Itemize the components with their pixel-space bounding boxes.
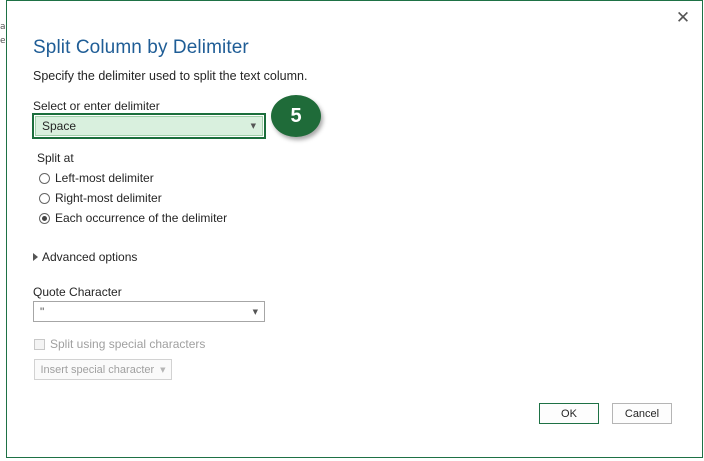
- quote-character-value: ": [40, 304, 45, 319]
- radio-label: Each occurrence of the delimiter: [55, 211, 228, 225]
- delimiter-dropdown[interactable]: Space ▼: [35, 116, 263, 136]
- insert-special-character-button[interactable]: Insert special character ▼: [34, 359, 172, 380]
- delimiter-highlight: Space ▼: [32, 113, 266, 139]
- quote-character-dropdown[interactable]: " ▼: [33, 301, 265, 322]
- delimiter-label: Select or enter delimiter: [33, 99, 160, 113]
- delimiter-value: Space: [42, 119, 77, 133]
- expand-triangle-icon: [33, 253, 38, 261]
- radio-button[interactable]: [39, 172, 50, 184]
- chevron-down-icon: ▼: [250, 122, 256, 130]
- chevron-down-icon: ▼: [160, 365, 166, 374]
- ok-button[interactable]: OK: [539, 403, 599, 424]
- radio-button[interactable]: [39, 192, 50, 204]
- radio-button-selected[interactable]: [39, 212, 50, 224]
- special-characters-option[interactable]: Split using special characters: [34, 337, 205, 351]
- special-characters-label: Split using special characters: [50, 337, 206, 351]
- cancel-button[interactable]: Cancel: [612, 403, 672, 424]
- quote-character-label: Quote Character: [33, 285, 122, 299]
- advanced-options-label: Advanced options: [42, 250, 138, 264]
- dialog-subtitle: Specify the delimiter used to split the …: [33, 69, 308, 83]
- radio-left-most[interactable]: Left-most delimiter: [39, 171, 154, 185]
- special-characters-checkbox[interactable]: [34, 338, 45, 350]
- insert-special-character-label: Insert special character: [40, 363, 155, 376]
- chevron-down-icon: ▼: [252, 307, 258, 316]
- dialog-title: Split Column by Delimiter: [33, 37, 249, 58]
- radio-label: Right-most delimiter: [55, 191, 162, 205]
- advanced-options-toggle[interactable]: Advanced options: [33, 250, 137, 264]
- radio-each-occurrence[interactable]: Each occurrence of the delimiter: [39, 211, 227, 225]
- radio-right-most[interactable]: Right-most delimiter: [39, 191, 162, 205]
- radio-label: Left-most delimiter: [55, 171, 154, 185]
- close-icon[interactable]: ✕: [674, 8, 692, 28]
- step-number-badge: 5: [271, 95, 321, 137]
- split-at-label: Split at: [37, 151, 74, 165]
- split-column-dialog: ✕ Split Column by Delimiter Specify the …: [6, 0, 703, 458]
